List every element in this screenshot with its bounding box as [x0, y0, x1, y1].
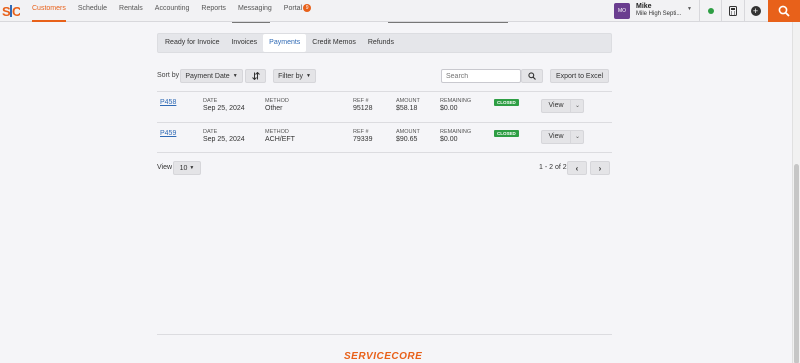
payment-ref: 79339 [353, 136, 373, 143]
tab-credit-memos[interactable]: Credit Memos [306, 34, 362, 52]
page-range: 1 - 2 of 2 [539, 164, 567, 171]
sort-order-icon [251, 72, 260, 80]
tab-ready-for-invoice[interactable]: Ready for Invoice [159, 34, 225, 52]
status-badge: CLOSED [494, 130, 519, 137]
main-nav: Customers Schedule Rentals Accounting Re… [32, 0, 323, 22]
portal-badge: 9 [303, 4, 312, 13]
page-size-value: 10 [179, 164, 188, 172]
payment-method: ACH/EFT [265, 136, 295, 143]
view-button-group: View ⌄ [541, 99, 584, 113]
search-icon [778, 5, 790, 17]
top-nav-bar: S C Customers Schedule Rentals Accountin… [0, 0, 800, 22]
filter-label: Filter by [278, 72, 303, 80]
payment-amount: $58.18 [396, 105, 418, 112]
caret-down-icon: ▼ [232, 73, 238, 79]
chevron-right-icon: › [598, 163, 602, 173]
page-size-dropdown[interactable]: 10 ▼ [173, 161, 201, 175]
global-search-button[interactable] [768, 0, 800, 22]
sort-value: Payment Date [185, 72, 230, 80]
nav-portal-label: Portal [283, 5, 303, 12]
chevron-down-icon[interactable]: ⌄ [571, 100, 584, 112]
user-menu[interactable]: MO Mike Mile High Septi... ▼ [614, 2, 694, 20]
status-button[interactable] [699, 0, 721, 22]
divider [232, 22, 270, 23]
amount-label: AMOUNT [396, 129, 420, 135]
footer-divider [157, 334, 612, 335]
user-company: Mile High Septi... [636, 11, 682, 17]
remaining-label: REMAINING [440, 98, 472, 104]
nav-accounting[interactable]: Accounting [155, 0, 190, 20]
sort-direction-button[interactable] [245, 69, 266, 83]
caret-down-icon: ▼ [305, 73, 311, 79]
main-content: Ready for Invoice Invoices Payments Cred… [157, 33, 612, 175]
payment-ref: 95128 [353, 105, 373, 112]
date-label: DATE [203, 129, 218, 135]
nav-rentals[interactable]: Rentals [119, 0, 143, 20]
payment-method: Other [265, 105, 283, 112]
payment-date: Sep 25, 2024 [203, 105, 245, 112]
search-submit-button[interactable] [521, 69, 543, 83]
chevron-left-icon: ‹ [575, 163, 579, 173]
page-scrollbar[interactable] [792, 22, 800, 363]
export-excel-button[interactable]: Export to Excel [550, 69, 609, 83]
sort-dropdown[interactable]: Payment Date ▼ [180, 69, 243, 83]
calculator-button[interactable] [721, 0, 743, 22]
sort-label: Sort by [157, 72, 180, 79]
next-page-button[interactable]: › [590, 161, 610, 175]
payment-id-link[interactable]: P458 [160, 99, 176, 106]
nav-portal[interactable]: Portal 9 [283, 0, 312, 20]
caret-down-icon: ▼ [189, 165, 195, 171]
nav-messaging[interactable]: Messaging [238, 0, 272, 20]
divider [388, 22, 508, 23]
avatar: MO [614, 3, 630, 19]
chevron-down-icon: ▼ [687, 6, 692, 12]
status-dot-icon [707, 8, 714, 14]
date-label: DATE [203, 98, 218, 104]
svg-text:C: C [12, 4, 20, 19]
view-button[interactable]: View [542, 100, 571, 112]
payment-remaining: $0.00 [440, 105, 458, 112]
scroll-thumb[interactable] [794, 164, 799, 363]
payment-id-link[interactable]: P459 [160, 130, 176, 137]
list-toolbar: Sort by Payment Date ▼ Filter by ▼ Expor… [157, 69, 612, 83]
amount-label: AMOUNT [396, 98, 420, 104]
svg-text:S: S [2, 4, 11, 19]
nav-schedule[interactable]: Schedule [78, 0, 107, 20]
ref-label: REF # [353, 129, 369, 135]
search-icon [528, 72, 536, 80]
method-label: METHOD [265, 129, 289, 135]
pagination: View 10 ▼ 1 - 2 of 2 ‹ › [157, 161, 612, 175]
payment-remaining: $0.00 [440, 136, 458, 143]
tab-payments[interactable]: Payments [263, 34, 307, 52]
tab-invoices[interactable]: Invoices [225, 34, 263, 52]
user-name: Mike [636, 3, 652, 10]
payment-amount: $90.65 [396, 136, 418, 143]
plus-circle-icon: + [750, 6, 761, 16]
add-button[interactable]: + [744, 0, 766, 22]
view-button-group: View ⌄ [541, 130, 584, 144]
nav-customers[interactable]: Customers [32, 0, 66, 22]
remaining-label: REMAINING [440, 129, 472, 135]
footer-logo: SERVICECORE [344, 351, 423, 362]
table-row: P459 DATE Sep 25, 2024 METHOD ACH/EFT RE… [157, 122, 612, 153]
calculator-icon [728, 6, 737, 16]
view-label: View [157, 164, 173, 171]
search-input[interactable] [441, 69, 521, 83]
filter-dropdown[interactable]: Filter by ▼ [273, 69, 316, 83]
table-row: P458 DATE Sep 25, 2024 METHOD Other REF … [157, 91, 612, 122]
status-badge: CLOSED [494, 99, 519, 106]
servicecore-logo[interactable]: S C [2, 2, 20, 20]
payment-date: Sep 25, 2024 [203, 136, 245, 143]
prev-page-button[interactable]: ‹ [567, 161, 587, 175]
nav-reports[interactable]: Reports [201, 0, 226, 20]
tab-refunds[interactable]: Refunds [362, 34, 400, 52]
view-button[interactable]: View [542, 131, 571, 143]
chevron-down-icon[interactable]: ⌄ [571, 131, 584, 143]
accounting-tabs: Ready for Invoice Invoices Payments Cred… [157, 33, 612, 53]
method-label: METHOD [265, 98, 289, 104]
ref-label: REF # [353, 98, 369, 104]
